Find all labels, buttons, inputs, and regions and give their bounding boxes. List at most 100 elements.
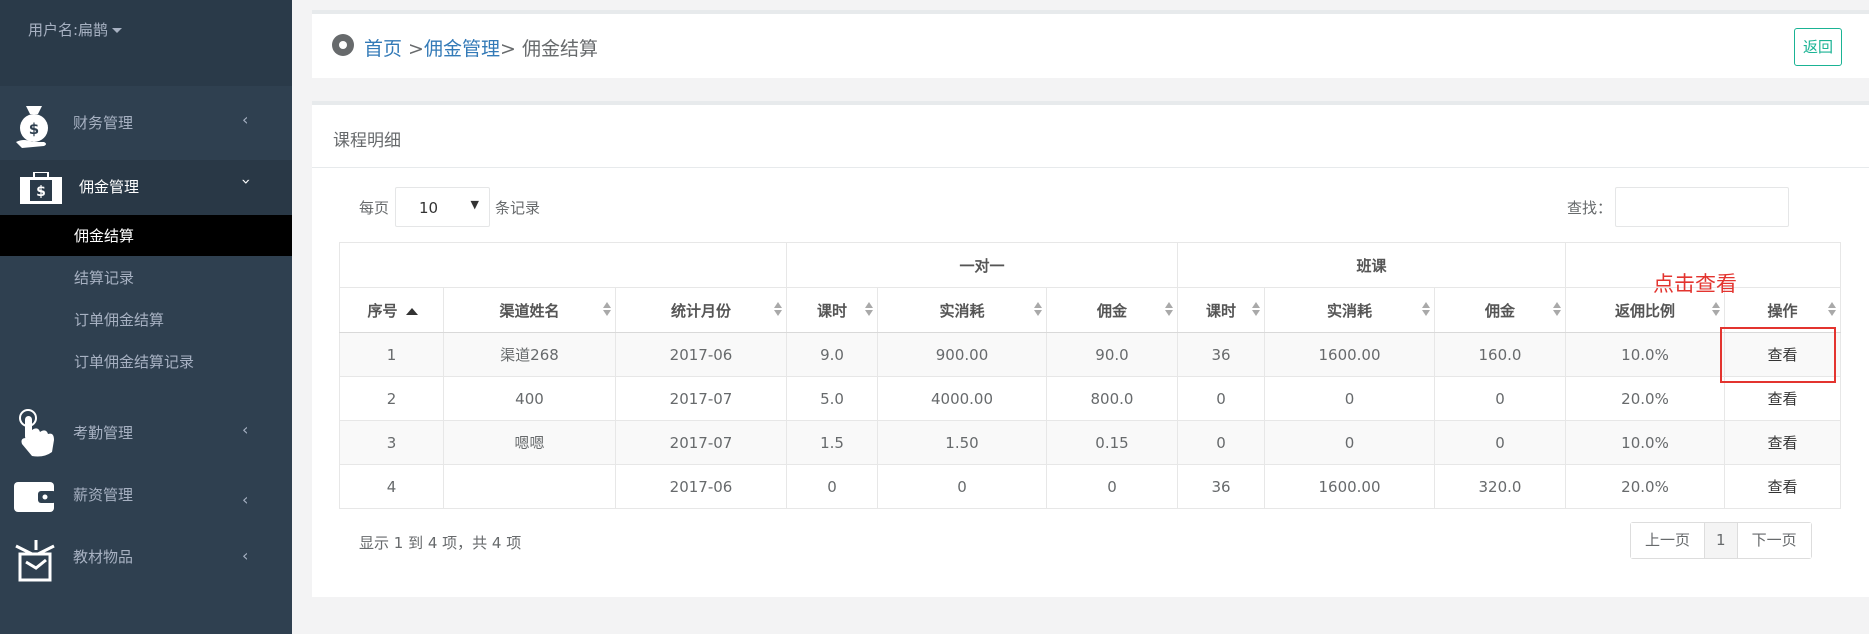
table-cell: 0 [1434, 420, 1566, 465]
sidebar-item-label: 财务管理 [73, 114, 134, 132]
table-cell: 20.0% [1565, 464, 1725, 509]
table-cell: 0 [786, 464, 878, 509]
table-row: 2 400 2017-07 5.0 4000.00 800.0 0 0 0 20.0% 查看 [339, 376, 1841, 421]
table-cell [443, 464, 616, 509]
col-header-commission-1on1[interactable]: 佣金 [1046, 287, 1178, 333]
location-pin-icon [332, 34, 354, 56]
commission-table: 一对一 班课 序号 渠道姓名 统计月份 课时 实消耗 佣金 课时 实消耗 佣金 … [339, 242, 1841, 509]
svg-text:$: $ [29, 120, 39, 138]
sidebar-item-materials[interactable]: 教材物品 ‹ [0, 532, 292, 592]
col-header-consumption-class[interactable]: 实消耗 [1264, 287, 1435, 333]
submenu-label: 订单佣金结算 [74, 311, 165, 329]
col-header-action[interactable]: 操作 [1724, 287, 1841, 333]
table-cell: 2 [339, 376, 444, 421]
sidebar-item-salary[interactable]: 薪资管理 ‹ [0, 470, 292, 526]
chevron-left-icon: ‹ [242, 420, 249, 439]
sort-icon [1712, 302, 1720, 318]
view-button[interactable]: 查看 [1724, 376, 1841, 421]
col-header-label: 课时 [1205, 301, 1236, 320]
table-cell: 5.0 [786, 376, 878, 421]
chevron-left-icon: ‹ [242, 546, 249, 565]
table-cell: 4 [339, 464, 444, 509]
col-header-month[interactable]: 统计月份 [615, 287, 787, 333]
column-header-row: 序号 渠道姓名 统计月份 课时 实消耗 佣金 课时 实消耗 佣金 返佣比例 操作 [339, 287, 1841, 333]
sidebar-item-attendance[interactable]: 考勤管理 ‹ [0, 400, 292, 464]
breadcrumb-bar: 首页 >佣金管理> 佣金结算 返回 [312, 10, 1869, 78]
col-header-hours-class[interactable]: 课时 [1177, 287, 1265, 333]
page-length-select[interactable]: 10 ▼ [395, 187, 490, 227]
view-button[interactable]: 查看 [1724, 464, 1841, 509]
dropdown-arrow-icon: ▼ [470, 198, 479, 211]
view-button[interactable]: 查看 [1724, 420, 1841, 465]
caret-down-icon [112, 28, 123, 33]
table-cell: 36 [1177, 332, 1265, 377]
col-header-channel-name[interactable]: 渠道姓名 [443, 287, 616, 333]
table-cell: 320.0 [1434, 464, 1566, 509]
breadcrumb-current: 佣金结算 [521, 38, 598, 60]
col-header-label: 佣金 [1096, 301, 1127, 320]
col-header-index[interactable]: 序号 [339, 287, 444, 333]
breadcrumb-parent-link[interactable]: 佣金管理 [424, 38, 500, 60]
hand-pointer-icon [19, 409, 54, 457]
table-cell: 1.50 [877, 420, 1047, 465]
col-header-label: 操作 [1767, 301, 1798, 320]
pagination: 上一页 1 下一页 [1630, 522, 1812, 559]
col-header-commission-class[interactable]: 佣金 [1434, 287, 1566, 333]
sort-asc-icon [405, 308, 418, 315]
sort-icon [1828, 302, 1836, 318]
page-length-prefix: 每页 [359, 199, 390, 217]
col-header-label: 课时 [816, 301, 847, 320]
search-input[interactable] [1615, 187, 1789, 227]
col-header-hours-1on1[interactable]: 课时 [786, 287, 878, 333]
table-cell: 嗯嗯 [443, 420, 616, 465]
table-cell: 3 [339, 420, 444, 465]
sidebar-item-label: 薪资管理 [73, 486, 134, 504]
user-dropdown[interactable]: 用户名:扁鹊 [28, 19, 123, 40]
submenu-order-commission-records[interactable]: 订单佣金结算记录 [0, 341, 292, 382]
breadcrumb: 首页 >佣金管理> 佣金结算 [364, 34, 598, 61]
sort-icon [1252, 302, 1260, 318]
sidebar-item-commission[interactable]: $ 佣金管理 ‹ [0, 160, 292, 216]
prev-page-button[interactable]: 上一页 [1631, 523, 1706, 558]
sort-icon [1165, 302, 1173, 318]
col-header-label: 返佣比例 [1614, 301, 1675, 320]
col-header-label: 实消耗 [939, 301, 985, 320]
sidebar: 用户名:扁鹊 $ 财务管理 ‹ $ 佣金管理 ‹ 佣金结算 结算记录 订单佣金结… [0, 0, 292, 634]
page-length-suffix: 条记录 [495, 199, 541, 217]
table-cell: 渠道268 [443, 332, 616, 377]
table-cell: 0.15 [1046, 420, 1178, 465]
table-cell: 0 [1434, 376, 1566, 421]
page-button-current[interactable]: 1 [1705, 523, 1738, 558]
wallet-icon [14, 482, 56, 512]
profile-header: 用户名:扁鹊 [0, 0, 292, 86]
panel-title: 课程明细 [333, 131, 401, 151]
submenu-order-commission[interactable]: 订单佣金结算 [0, 299, 292, 340]
next-page-button[interactable]: 下一页 [1737, 523, 1811, 558]
back-button[interactable]: 返回 [1794, 28, 1842, 66]
divider [312, 167, 1869, 168]
table-info: 显示 1 到 4 项，共 4 项 [359, 534, 522, 552]
submenu-commission-settle[interactable]: 佣金结算 [0, 215, 292, 256]
annotation-text: 点击查看 [1653, 272, 1737, 296]
sort-icon [774, 302, 782, 318]
col-header-label: 实消耗 [1326, 301, 1372, 320]
submenu-settle-records[interactable]: 结算记录 [0, 257, 292, 298]
table-cell: 1.5 [786, 420, 878, 465]
breadcrumb-home-link[interactable]: 首页 [364, 38, 402, 60]
submenu-label: 订单佣金结算记录 [74, 353, 195, 371]
table-cell: 400 [443, 376, 616, 421]
table-cell: 0 [1264, 420, 1435, 465]
sidebar-item-finance[interactable]: $ 财务管理 ‹ [0, 100, 292, 156]
col-header-consumption-1on1[interactable]: 实消耗 [877, 287, 1047, 333]
sort-icon [1422, 302, 1430, 318]
table-cell: 20.0% [1565, 376, 1725, 421]
page-length-value: 10 [419, 199, 439, 217]
table-cell: 9.0 [786, 332, 878, 377]
table-cell: 2017-07 [615, 420, 787, 465]
table-cell: 2017-07 [615, 376, 787, 421]
table-cell: 90.0 [1046, 332, 1178, 377]
col-header-label: 序号 [367, 301, 398, 320]
box-icon [15, 540, 55, 582]
username-label: 用户名:扁鹊 [28, 21, 109, 39]
table-cell: 0 [1177, 420, 1265, 465]
